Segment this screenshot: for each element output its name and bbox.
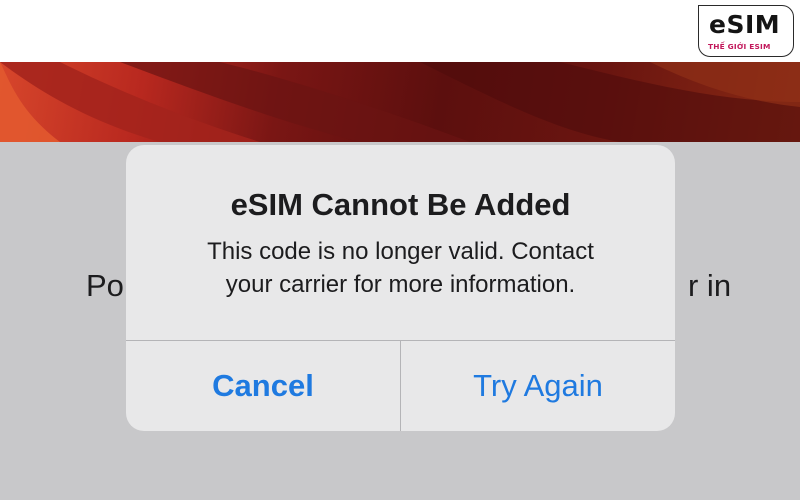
wallpaper (0, 62, 800, 142)
try-again-button[interactable]: Try Again (401, 341, 675, 431)
top-bar (0, 0, 800, 62)
alert-title: eSIM Cannot Be Added (230, 187, 571, 222)
alert-message-line-1: This code is no longer valid. Contact (207, 238, 594, 265)
background-text-left: Po (86, 268, 124, 303)
alert-dialog: eSIM Cannot Be Added This code is no lon… (126, 145, 675, 431)
cancel-button[interactable]: Cancel (126, 341, 400, 431)
alert-message: This code is no longer valid. Contact yo… (126, 235, 675, 301)
wallpaper-waves (0, 62, 800, 142)
alert-message-line-2: your carrier for more information. (225, 271, 576, 298)
logo-word: eSIM (709, 10, 781, 39)
logo-subtitle: THẾ GIỚI ESIM (708, 42, 771, 51)
esim-logo: eSIM THẾ GIỚI ESIM (698, 5, 794, 57)
background-text-right: r in (688, 268, 732, 303)
